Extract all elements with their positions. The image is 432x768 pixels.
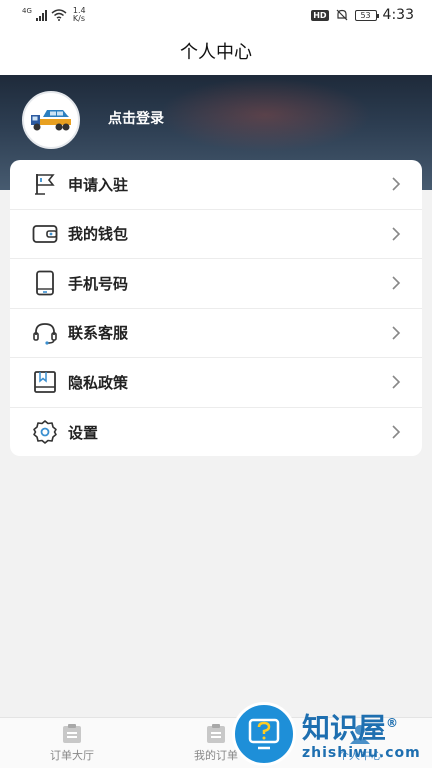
- clipboard-icon: [207, 723, 225, 743]
- menu-item-privacy[interactable]: 隐私政策: [10, 358, 422, 408]
- menu-item-customer-service[interactable]: 联系客服: [10, 309, 422, 358]
- menu-item-label: 设置: [68, 423, 99, 442]
- battery-indicator: 53: [354, 9, 379, 21]
- tab-order-hall[interactable]: 订单大厅: [0, 718, 144, 768]
- phone-icon: [32, 270, 58, 296]
- chevron-right-icon: [392, 375, 401, 389]
- watermark: 知识屋® zhishiwu.com: [232, 700, 432, 768]
- avatar[interactable]: [22, 91, 80, 149]
- network-speed: 1.4 K/s: [73, 7, 86, 23]
- banner-glow: [150, 75, 380, 155]
- menu-item-label: 申请入驻: [68, 175, 129, 194]
- chevron-right-icon: [392, 177, 401, 191]
- tab-label: 订单大厅: [50, 748, 94, 762]
- chevron-right-icon: [392, 276, 401, 290]
- headset-icon: [32, 320, 58, 346]
- clock: 4:33: [382, 7, 414, 23]
- menu-item-label: 联系客服: [68, 324, 129, 343]
- network-speed-unit: K/s: [72, 14, 85, 23]
- watermark-text: 知识屋® zhishiwu.com: [302, 707, 421, 761]
- mute-bell-icon: [336, 9, 347, 21]
- page-title: 个人中心: [0, 30, 432, 75]
- chevron-right-icon: [392, 227, 401, 241]
- wallet-icon: [32, 221, 58, 247]
- menu-item-label: 隐私政策: [68, 373, 129, 392]
- menu-item-phone[interactable]: 手机号码: [10, 259, 422, 309]
- network-type: 4G: [22, 6, 32, 15]
- bookmark-book-icon: [32, 369, 58, 395]
- menu-item-label: 我的钱包: [68, 225, 129, 244]
- menu-item-wallet[interactable]: 我的钱包: [10, 210, 422, 259]
- flag-icon: [32, 171, 58, 197]
- watermark-en: zhishiwu.com: [302, 744, 421, 761]
- watermark-cn: 知识屋®: [302, 711, 399, 745]
- chevron-right-icon: [392, 425, 401, 439]
- status-bar: 4G 1.4 K/s HD 53 4:33: [0, 0, 432, 30]
- chevron-right-icon: [392, 326, 401, 340]
- hd-badge: HD: [311, 9, 329, 21]
- status-left: 4G 1.4 K/s: [22, 7, 86, 23]
- menu-item-label: 手机号码: [68, 274, 129, 293]
- status-right: HD 53 4:33: [311, 7, 414, 23]
- clipboard-icon: [63, 723, 81, 743]
- gear-icon: [32, 419, 58, 445]
- signal-icon: [35, 9, 47, 21]
- menu-card: 申请入驻 我的钱包 手机号码 联系客服 隐私政策 设置: [10, 160, 422, 456]
- tow-truck-icon: [31, 110, 71, 131]
- wifi-icon: [51, 9, 67, 21]
- watermark-logo-icon: [232, 702, 296, 766]
- menu-item-settings[interactable]: 设置: [10, 408, 422, 457]
- login-link[interactable]: 点击登录: [108, 108, 164, 128]
- menu-item-apply[interactable]: 申请入驻: [10, 160, 422, 210]
